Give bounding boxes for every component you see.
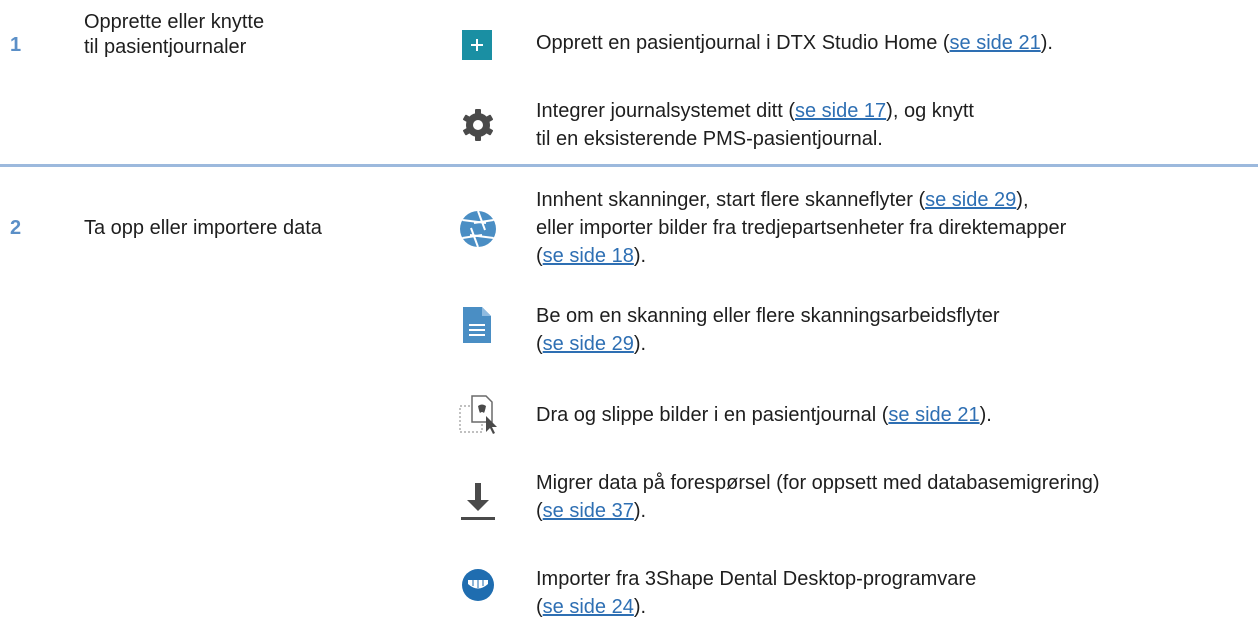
page-link[interactable]: se side 29	[925, 189, 1016, 211]
action-text: Innhent skanninger, start flere skannefl…	[536, 189, 1067, 267]
page-link[interactable]: se side 29	[543, 333, 634, 355]
action-text: Migrer data på forespørsel (for oppsett …	[536, 472, 1100, 522]
action-text: Dra og slippe bilder i en pasientjournal…	[536, 404, 992, 426]
page-link[interactable]: se side 21	[888, 404, 979, 426]
step-title: Opprette eller knytte til pasientjournal…	[84, 11, 265, 58]
action-text: Importer fra 3Shape Dental Desktop-progr…	[536, 568, 977, 618]
page-link[interactable]: se side 21	[950, 32, 1041, 54]
plus-icon[interactable]	[462, 30, 492, 60]
page-link[interactable]: se side 24	[543, 596, 634, 618]
download-icon[interactable]	[461, 482, 495, 522]
action-text: Opprett en pasientjournal i DTX Studio H…	[536, 32, 1053, 54]
section-divider	[0, 164, 1258, 167]
action-text: Integrer journalsystemet ditt (se side 1…	[536, 100, 974, 150]
dental-scan-icon[interactable]	[461, 568, 495, 602]
aperture-icon[interactable]	[459, 210, 497, 248]
drag-drop-icon[interactable]	[458, 392, 502, 436]
action-text: Be om en skanning eller flere skanningsa…	[536, 305, 1000, 355]
gear-icon[interactable]	[460, 107, 496, 143]
step-number: 2	[10, 217, 22, 239]
step-number: 1	[10, 34, 22, 56]
step-title: Ta opp eller importere data	[84, 217, 322, 239]
document-icon[interactable]	[463, 307, 491, 343]
page-link[interactable]: se side 18	[543, 245, 634, 267]
page-link[interactable]: se side 37	[543, 500, 634, 522]
page-link[interactable]: se side 17	[795, 100, 886, 122]
